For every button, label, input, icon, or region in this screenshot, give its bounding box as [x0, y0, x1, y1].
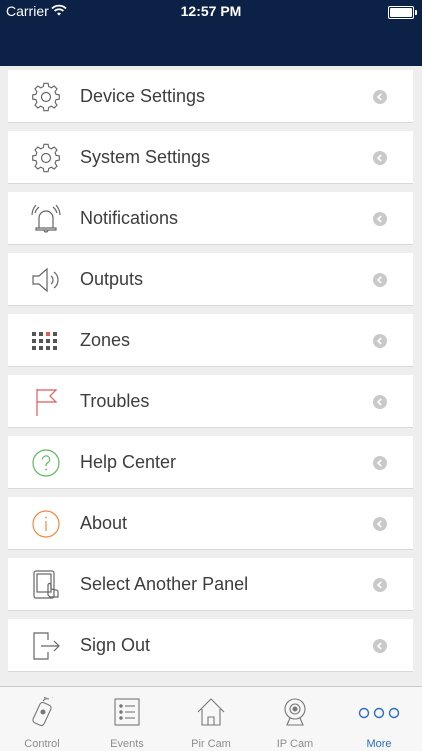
tab-events[interactable]: Events	[85, 687, 169, 751]
speaker-icon	[32, 267, 59, 293]
menu-item-notifications[interactable]: Notifications	[8, 192, 413, 245]
remote-icon	[32, 697, 53, 727]
zones-grid-icon	[32, 332, 57, 350]
menu-item-help-center[interactable]: Help Center	[8, 436, 413, 489]
chevron-left-icon	[373, 90, 387, 104]
alarm-bell-icon	[31, 204, 61, 233]
chevron-left-icon	[373, 273, 387, 287]
menu-item-system-settings[interactable]: System Settings	[8, 131, 413, 184]
gear-icon	[32, 82, 60, 112]
tab-bar: Control Events Pir Cam IP Cam More	[0, 686, 422, 751]
battery-icon	[388, 6, 417, 19]
tab-label: IP Cam	[276, 738, 314, 750]
menu-item-troubles[interactable]: Troubles	[8, 375, 413, 428]
menu-item-outputs[interactable]: Outputs	[8, 253, 413, 306]
more-dots-icon	[358, 707, 400, 719]
menu-item-label: Sign Out	[80, 635, 151, 655]
tab-control[interactable]: Control	[0, 687, 84, 751]
chevron-left-icon	[373, 212, 387, 226]
menu-item-select-another-panel[interactable]: Select Another Panel	[8, 558, 413, 611]
sign-out-icon	[33, 632, 60, 660]
menu-item-label: Select Another Panel	[80, 574, 249, 594]
menu-item-label: Outputs	[80, 269, 144, 289]
menu-item-sign-out[interactable]: Sign Out	[8, 619, 413, 672]
chevron-left-icon	[373, 456, 387, 470]
events-list-icon	[114, 698, 140, 726]
tab-label: More	[366, 738, 392, 750]
menu-item-zones[interactable]: Zones	[8, 314, 413, 367]
menu-item-label: Zones	[80, 330, 131, 350]
tab-more[interactable]: More	[337, 687, 421, 751]
gear-icon	[32, 143, 60, 173]
menu-item-label: Notifications	[80, 208, 179, 228]
tab-label: Control	[24, 738, 60, 750]
info-circle-icon	[32, 510, 60, 538]
house-icon	[197, 698, 225, 726]
tab-label: Pir Cam	[191, 738, 231, 750]
menu-item-about[interactable]: About	[8, 497, 413, 550]
menu-item-label: Troubles	[80, 391, 150, 411]
chevron-left-icon	[373, 395, 387, 409]
tab-ip-cam[interactable]: IP Cam	[253, 687, 337, 751]
chevron-left-icon	[373, 334, 387, 348]
menu-item-label: Help Center	[80, 452, 177, 472]
chevron-left-icon	[373, 517, 387, 531]
menu-item-label: About	[80, 513, 128, 533]
menu-item-device-settings[interactable]: Device Settings	[8, 70, 413, 123]
clock: 12:57 PM	[180, 3, 242, 19]
tab-label: Events	[110, 738, 144, 750]
tablet-touch-icon	[33, 570, 59, 599]
status-bar: Carrier 12:57 PM	[0, 0, 422, 66]
chevron-left-icon	[373, 639, 387, 653]
tab-pir-cam[interactable]: Pir Cam	[169, 687, 253, 751]
chevron-left-icon	[373, 578, 387, 592]
flag-icon	[36, 389, 58, 416]
menu-item-label: Device Settings	[80, 86, 206, 106]
question-circle-icon	[32, 449, 60, 477]
webcam-icon	[284, 698, 306, 726]
chevron-left-icon	[373, 151, 387, 165]
menu-item-label: System Settings	[80, 147, 211, 167]
